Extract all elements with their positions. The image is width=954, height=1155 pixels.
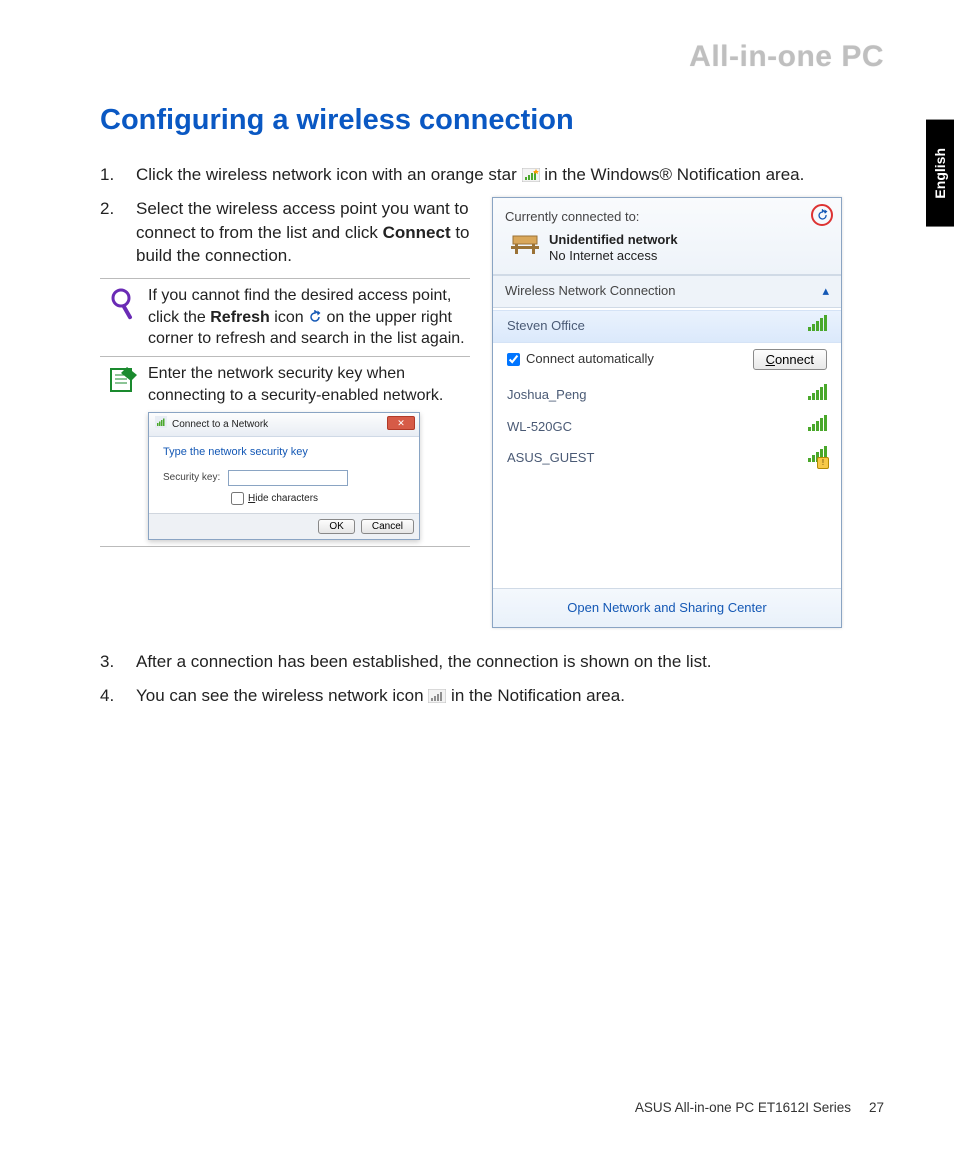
security-note: Enter the network security key when conn… — [148, 363, 470, 406]
step-3-text: After a connection has been established,… — [136, 650, 894, 674]
magnifier-icon — [100, 285, 148, 350]
cancel-button[interactable]: Cancel — [361, 519, 414, 534]
step-number: 4. — [100, 684, 136, 708]
network-name: Unidentified network — [549, 232, 678, 248]
dialog-title: Connect to a Network — [172, 418, 268, 432]
step-4-text: You can see the wireless network icon in… — [136, 684, 894, 708]
security-key-dialog: Connect to a Network ✕ Type the network … — [148, 412, 420, 540]
network-item[interactable]: Joshua_Peng — [493, 380, 841, 411]
step-1-text: Click the wireless network icon with an … — [136, 163, 894, 187]
dialog-icon — [155, 416, 167, 433]
step-number: 2. — [100, 197, 136, 268]
hide-characters-label: Hide characters — [248, 492, 318, 506]
step-2-text: Select the wireless access point you wan… — [136, 197, 470, 268]
hide-characters-checkbox[interactable] — [231, 492, 244, 505]
refresh-note: If you cannot find the desired access po… — [148, 285, 470, 350]
connect-automatically-checkbox[interactable]: Connect automatically — [507, 350, 654, 368]
wireless-star-icon — [522, 165, 540, 179]
close-icon[interactable]: ✕ — [387, 416, 415, 430]
step-number: 1. — [100, 163, 136, 187]
security-key-input[interactable] — [228, 470, 348, 486]
language-tab: English — [926, 120, 954, 227]
network-item[interactable]: WL-520GC — [493, 411, 841, 442]
notepad-icon — [100, 363, 148, 540]
refresh-button[interactable] — [811, 204, 833, 226]
page-title: Configuring a wireless connection — [100, 104, 894, 137]
connected-to-label: Currently connected to: — [505, 208, 829, 226]
network-status: No Internet access — [549, 248, 678, 264]
page-number: 27 — [869, 1100, 884, 1115]
footer-model: ASUS All-in-one PC ET1612I Series — [635, 1100, 851, 1115]
step-number: 3. — [100, 650, 136, 674]
refresh-icon — [308, 309, 322, 323]
product-header: All-in-one PC — [100, 40, 894, 74]
ok-button[interactable]: OK — [318, 519, 354, 534]
network-flyout: Currently connected to: Unidentified net… — [492, 197, 842, 628]
chevron-up-icon[interactable]: ▴ — [822, 282, 829, 300]
wireless-icon — [428, 686, 446, 700]
security-key-label: Security key: — [163, 471, 220, 485]
connect-button[interactable]: Connect — [753, 349, 827, 370]
dialog-prompt: Type the network security key — [163, 445, 405, 460]
park-bench-icon — [511, 232, 541, 261]
connection-section-label: Wireless Network Connection — [505, 282, 676, 300]
network-item[interactable]: ASUS_GUEST — [493, 442, 841, 473]
network-item[interactable]: Steven Office — [493, 310, 841, 343]
open-network-center-link[interactable]: Open Network and Sharing Center — [493, 588, 841, 627]
